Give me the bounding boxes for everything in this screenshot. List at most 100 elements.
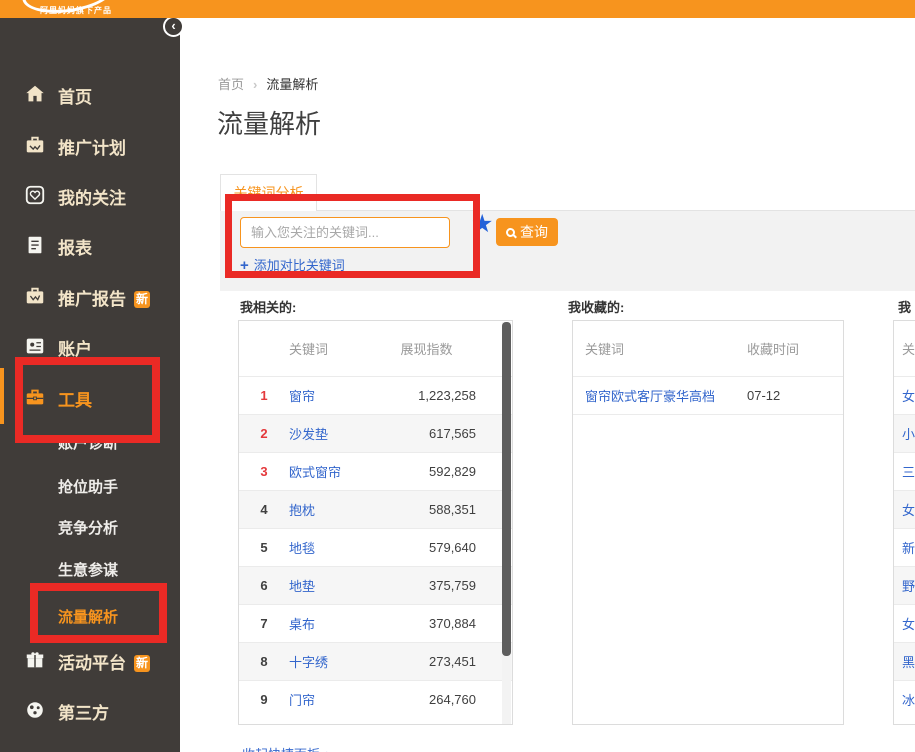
sidebar-item[interactable]: 报表 — [0, 227, 180, 263]
table-header-row: 关键词 收藏时间 — [573, 321, 843, 376]
sidebar-item-label: 活动平台新 — [58, 649, 150, 674]
keyword-link[interactable]: 地垫 — [289, 579, 315, 594]
table-row: 1窗帘 1,223,258 — [239, 376, 512, 414]
table-row: 窗帘欧式客厅豪华高档07-12 — [573, 376, 843, 414]
keyword-cell: 野 — [894, 566, 915, 604]
table-header-row: 关键词 — [894, 321, 915, 376]
keyword-cell: 欧式窗帘 — [289, 452, 401, 490]
keyword-link[interactable]: 欧式窗帘 — [289, 465, 341, 480]
sidebar-item-label: 抢位助手 — [58, 476, 118, 497]
impression-cell: 264,760 — [401, 680, 513, 718]
sidebar-item[interactable]: 抢位助手 — [0, 469, 180, 505]
keyword-search-input[interactable] — [240, 217, 450, 248]
new-badge: 新 — [134, 655, 150, 672]
rank-cell: 3 — [239, 452, 289, 490]
sidebar-item[interactable]: 活动平台新 — [0, 642, 180, 678]
query-button-label: 查询 — [520, 222, 548, 242]
rank-cell: 2 — [239, 414, 289, 452]
keyword-cell: 桌布 — [289, 604, 401, 642]
sidebar-item[interactable]: 竞争分析 — [0, 510, 180, 546]
sidebar-item[interactable]: 我的关注 — [0, 177, 180, 213]
keyword-link[interactable]: 窗帘欧式客厅豪华高档 — [585, 389, 715, 404]
impression-cell: 617,565 — [401, 414, 513, 452]
favorite-star-icon[interactable]: ★ — [471, 212, 493, 237]
clipped-table-title: 我 — [898, 297, 911, 316]
sidebar-collapse-button[interactable]: ‹ — [163, 16, 184, 37]
table-header-row: 关键词 展现指数 — [239, 321, 512, 376]
keyword-cell: 冰 — [894, 680, 915, 718]
keyword-link[interactable]: 女 — [902, 389, 915, 404]
rank-cell: 6 — [239, 566, 289, 604]
sidebar-item[interactable]: 流量解析 — [0, 599, 180, 635]
keyword-link[interactable]: 窗帘 — [289, 389, 315, 404]
rank-cell: 5 — [239, 528, 289, 566]
keyword-link[interactable]: 桌布 — [289, 617, 315, 632]
keyword-link[interactable]: 小 — [902, 427, 915, 442]
tab-keyword-analysis[interactable]: 关键词分析 — [220, 174, 317, 211]
keyword-link[interactable]: 沙发垫 — [289, 427, 328, 442]
keyword-link[interactable]: 女 — [902, 503, 915, 518]
impression-cell: 579,640 — [401, 528, 513, 566]
keyword-link[interactable]: 抱枕 — [289, 503, 315, 518]
home-icon — [24, 83, 46, 105]
sidebar-item[interactable]: 工具 — [0, 379, 180, 415]
collapse-quick-panel-link[interactable]: 收起快捷面板 ↑ — [242, 744, 330, 752]
sidebar-item[interactable]: 生意参谋 — [0, 552, 180, 588]
sidebar-item[interactable]: 账户 — [0, 328, 180, 364]
breadcrumb-current: 流量解析 — [266, 77, 318, 92]
keyword-cell: 抱枕 — [289, 490, 401, 528]
sidebar-item-label: 报表 — [58, 234, 92, 259]
gift-icon — [24, 649, 46, 671]
sidebar-item[interactable]: 推广报告新 — [0, 278, 180, 314]
add-compare-label: 添加对比关键词 — [254, 258, 345, 273]
impression-cell: 375,759 — [401, 566, 513, 604]
table-row: 8十字绣273,451 — [239, 642, 512, 680]
sidebar: 首页推广计划我的关注报表推广报告新账户工具账户诊断抢位助手竞争分析生意参谋流量解… — [0, 18, 180, 752]
sidebar-item[interactable]: 推广计划 — [0, 127, 180, 163]
table-row: 5地毯 579,640 — [239, 528, 512, 566]
keyword-link[interactable]: 十字绣 — [289, 655, 328, 670]
keyword-link[interactable]: 三 — [902, 465, 915, 480]
table-scrollbar-thumb[interactable] — [502, 322, 511, 656]
impression-cell: 1,223,258 — [401, 376, 513, 414]
table-row: 小 — [894, 414, 915, 452]
fav-time-column-header: 收藏时间 — [747, 321, 843, 376]
impression-cell: 592,829 — [401, 452, 513, 490]
keyword-cell: 女 — [894, 490, 915, 528]
arrow-up-icon: ↑ — [324, 747, 331, 752]
sidebar-item-label: 账户诊断 — [58, 432, 118, 453]
impression-cell: 588,351 — [401, 490, 513, 528]
rank-column-header — [239, 321, 289, 376]
thirdparty-icon — [24, 699, 46, 721]
table-row: 黑 — [894, 642, 915, 680]
keyword-link[interactable]: 新 — [902, 541, 915, 556]
keyword-link[interactable]: 冰 — [902, 693, 915, 708]
keyword-link[interactable]: 女 — [902, 617, 915, 632]
sidebar-item[interactable]: 首页 — [0, 76, 180, 112]
top-header: 阿里妈妈旗下产品 — [0, 0, 915, 18]
breadcrumb: 首页›流量解析 — [218, 74, 318, 93]
report-icon — [24, 234, 46, 256]
rank-cell: 9 — [239, 680, 289, 718]
keyword-cell: 新 — [894, 528, 915, 566]
table-row: 3欧式窗帘 592,829 — [239, 452, 512, 490]
keyword-cell: 窗帘 — [289, 376, 401, 414]
query-button[interactable]: 查询 — [496, 218, 558, 246]
rank-cell: 1 — [239, 376, 289, 414]
breadcrumb-home[interactable]: 首页 — [218, 77, 244, 92]
rank-cell: 8 — [239, 642, 289, 680]
sidebar-item[interactable]: 第三方 — [0, 692, 180, 728]
table-row: 女 — [894, 376, 915, 414]
keyword-cell: 小 — [894, 414, 915, 452]
table-scrollbar-track — [502, 322, 511, 725]
keyword-link[interactable]: 门帘 — [289, 693, 315, 708]
keyword-link[interactable]: 野 — [902, 579, 915, 594]
keyword-cell: 沙发垫 — [289, 414, 401, 452]
add-compare-keyword-link[interactable]: +添加对比关键词 — [240, 255, 345, 274]
keyword-link[interactable]: 黑 — [902, 655, 915, 670]
chevron-left-icon: ‹ — [171, 18, 175, 33]
keyword-link[interactable]: 地毯 — [289, 541, 315, 556]
sidebar-item-label: 我的关注 — [58, 184, 126, 209]
table-row: 三 — [894, 452, 915, 490]
sidebar-item[interactable]: 账户诊断 — [0, 425, 180, 461]
